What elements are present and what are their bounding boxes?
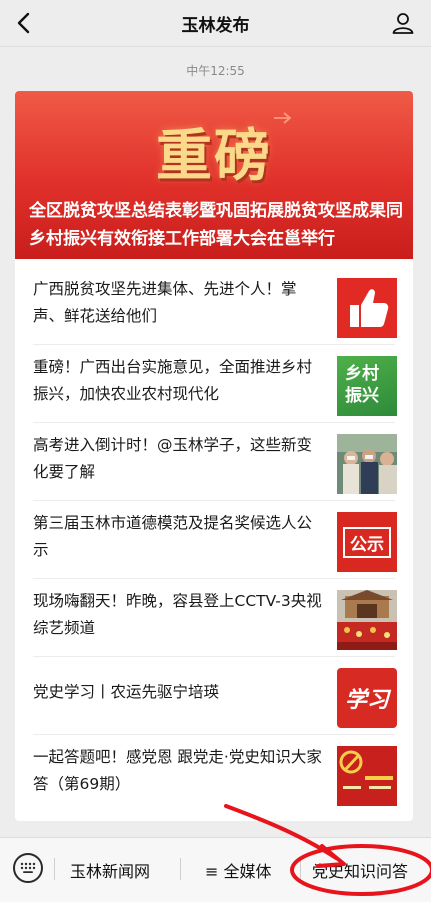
article-card: 重磅 全区脱贫攻坚总结表彰暨巩固拓展脱贫攻坚成果同乡村振兴有效衔接工作部署大会在… — [15, 91, 413, 821]
menu-item-all-media[interactable]: ≡ 全媒体 — [205, 858, 272, 882]
party-emblem-image — [337, 746, 397, 806]
menu-divider — [54, 858, 55, 880]
keyboard-icon — [20, 862, 36, 873]
stage-photo — [337, 590, 397, 650]
keyboard-toggle-button[interactable] — [13, 853, 43, 883]
list-item-title: 高考进入倒计时！@玉林学子，这些新变化要了解 — [33, 436, 313, 481]
list-item-title: 第三届玉林市道德模范及提名奖候选人公示 — [33, 514, 313, 559]
arrow-decoration-icon — [274, 112, 292, 124]
list-item[interactable]: 现场嗨翻天！昨晚，容县登上CCTV-3央视综艺频道 — [33, 578, 397, 657]
students-photo — [337, 434, 397, 494]
hero-banner[interactable]: 重磅 全区脱贫攻坚总结表彰暨巩固拓展脱贫攻坚成果同乡村振兴有效衔接工作部署大会在… — [15, 91, 413, 259]
menu-divider — [180, 858, 181, 880]
list-item[interactable]: 第三届玉林市道德模范及提名奖候选人公示 公示 — [33, 500, 397, 579]
stage-photo-image — [337, 590, 397, 650]
announcement-thumb-text: 公示 — [343, 526, 391, 558]
list-item[interactable]: 广西脱贫攻坚先进集体、先进个人！掌声、鲜花送给他们 — [33, 266, 397, 345]
list-item-title: 党史学习丨农运先驱宁培瑛 — [33, 683, 220, 701]
list-item[interactable]: 一起答题吧！感党恩 跟党走·党史知识大家答（第69期） — [33, 734, 397, 812]
person-icon — [392, 13, 414, 34]
top-navigation-bar: 玉林发布 — [0, 0, 431, 47]
profile-button[interactable] — [389, 9, 417, 37]
list-item[interactable]: 党史学习丨农运先驱宁培瑛 学习 — [33, 656, 397, 735]
hero-title: 全区脱贫攻坚总结表彰暨巩固拓展脱贫攻坚成果同乡村振兴有效衔接工作部署大会在邕举行 — [29, 201, 403, 249]
rural-revitalization-thumb-text: 乡村 振兴 — [345, 364, 379, 406]
thumbnail: 公示 — [337, 512, 397, 572]
menu-divider — [300, 858, 301, 880]
list-item-title: 现场嗨翻天！昨晚，容县登上CCTV-3央视综艺频道 — [33, 592, 322, 637]
thumbnail — [337, 278, 397, 338]
thumbs-up-icon — [350, 289, 389, 327]
list-item-title: 广西脱贫攻坚先进集体、先进个人！掌声、鲜花送给他们 — [33, 280, 297, 325]
hero-headline-big: 重磅 — [156, 123, 272, 189]
menu-item-yulin-news[interactable]: 玉林新闻网 — [70, 858, 150, 882]
study-thumb-text: 学习 — [344, 687, 389, 713]
students-photo-image — [337, 434, 397, 494]
thumbnail: 乡村 振兴 — [337, 356, 397, 416]
menu-item-party-history-quiz[interactable]: 党史知识问答 — [312, 858, 408, 882]
list-item[interactable]: 高考进入倒计时！@玉林学子，这些新变化要了解 — [33, 422, 397, 501]
list-item-title: 一起答题吧！感党恩 跟党走·党史知识大家答（第69期） — [33, 748, 322, 793]
page-title: 玉林发布 — [181, 16, 250, 36]
bottom-menu-bar: 玉林新闻网 ≡ 全媒体 党史知识问答 — [0, 837, 431, 902]
list-item-title: 重磅！广西出台实施意见，全面推进乡村振兴，加快农业农村现代化 — [33, 358, 313, 403]
message-timestamp: 中午12:55 — [186, 64, 245, 78]
party-emblem-photo — [337, 746, 397, 806]
list-item[interactable]: 重磅！广西出台实施意见，全面推进乡村振兴，加快农业农村现代化 乡村 振兴 — [33, 344, 397, 423]
thumbnail: 学习 — [337, 668, 397, 728]
